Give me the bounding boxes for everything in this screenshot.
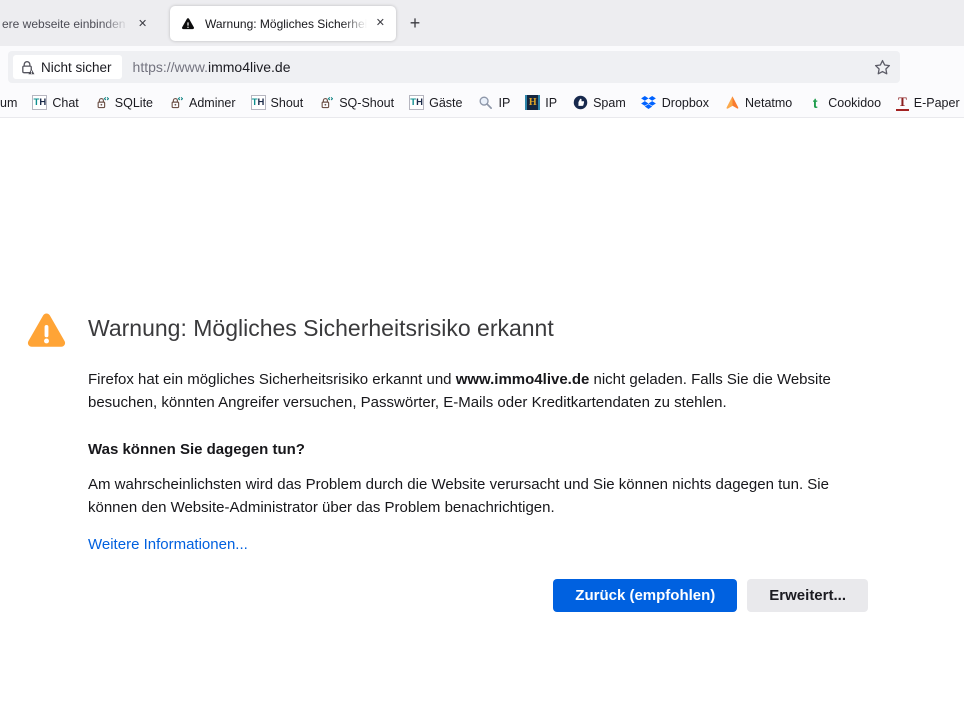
gold-h-favicon: H [525,95,540,110]
address-bar[interactable]: Nicht sicher https://www.immo4live.de [8,51,900,83]
bookmark-label: Netatmo [745,96,792,110]
bookmark-item-adminer[interactable]: Adminer [168,95,236,111]
url-text: https://www.immo4live.de [133,59,291,75]
bookmark-item-netatmo[interactable]: Netatmo [724,95,792,111]
bookmark-item-ip-2[interactable]: H IP [525,95,557,110]
netatmo-favicon [724,95,740,111]
th-favicon: TH [409,95,424,110]
magnifier-favicon [477,95,493,111]
body-paragraph: Am wahrscheinlichsten wird das Problem d… [88,473,868,519]
bookmark-label: Spam [593,96,626,110]
code-lock-favicon [94,95,110,111]
page-content: Warnung: Mögliches Sicherheitsrisiko erk… [0,118,964,706]
warning-triangle-icon [24,310,69,352]
intro-paragraph: Firefox hat ein mögliches Sicherheitsris… [88,368,868,414]
security-label: Nicht sicher [41,60,112,75]
tab-active[interactable]: Warnung: Mögliches Sicherheit ✕ [170,6,396,41]
close-icon[interactable]: ✕ [134,17,151,32]
bookmark-label: IP [498,96,510,110]
code-lock-favicon [318,95,334,111]
url-scheme: https://www. [133,59,208,75]
code-lock-favicon [168,95,184,111]
bookmark-item-ip-1[interactable]: IP [477,95,510,111]
bookmark-item-dropbox[interactable]: Dropbox [641,95,709,111]
new-tab-button[interactable]: + [402,10,428,36]
bookmark-label: E-Paper [914,96,960,110]
bookmark-label: Shout [271,96,304,110]
tab-inactive[interactable]: ere webseite einbinden - Mo ✕ [0,7,164,41]
close-icon[interactable]: ✕ [372,16,389,31]
cookidoo-favicon: t [807,95,823,111]
bookmark-label: um [0,96,17,110]
th-favicon: TH [251,95,266,110]
bookmark-label: SQ-Shout [339,96,394,110]
bookmark-label: Chat [52,96,78,110]
bookmark-item-shout[interactable]: TH Shout [251,95,304,110]
bookmark-label: Adminer [189,96,236,110]
browser-window: ere webseite einbinden - Mo ✕ Warnung: M… [0,0,964,118]
tab-title: Warnung: Mögliches Sicherheit [205,17,372,31]
bookmarks-toolbar: um TH Chat SQLite [0,88,964,118]
learn-more-link[interactable]: Weitere Informationen... [88,536,248,553]
button-row: Zurück (empfohlen) Erweitert... [88,579,868,612]
tab-strip: ere webseite einbinden - Mo ✕ Warnung: M… [0,0,964,46]
bookmark-label: SQLite [115,96,153,110]
navigation-toolbar: Nicht sicher https://www.immo4live.de [0,46,964,88]
dropbox-favicon [641,95,657,111]
bookmark-item-spam[interactable]: Spam [572,95,626,111]
bookmark-star-icon[interactable] [874,59,891,76]
blocked-domain: www.immo4live.de [456,371,590,388]
url-domain: immo4live.de [208,59,290,75]
sub-heading: Was können Sie dagegen tun? [88,441,868,458]
advanced-button[interactable]: Erweitert... [747,579,868,612]
bookmark-label: Gäste [429,96,462,110]
bookmark-label: Dropbox [662,96,709,110]
bookmark-item-gaeste[interactable]: TH Gäste [409,95,462,110]
bookmark-item-chat[interactable]: TH Chat [32,95,78,110]
warning-favicon-icon [180,16,196,32]
bookmark-label: Cookidoo [828,96,881,110]
back-button[interactable]: Zurück (empfohlen) [553,579,737,612]
th-favicon: TH [32,95,47,110]
bookmark-label: IP [545,96,557,110]
spam-favicon [572,95,588,111]
insecure-lock-icon [20,60,35,75]
bookmark-item-um[interactable]: um [0,96,17,110]
bookmark-item-cookidoo[interactable]: t Cookidoo [807,95,881,111]
epaper-favicon: T [896,95,909,111]
site-security-button[interactable]: Nicht sicher [13,55,122,79]
bookmark-item-sq-shout[interactable]: SQ-Shout [318,95,394,111]
tab-title: ere webseite einbinden - Mo [2,17,134,31]
bookmark-item-epaper[interactable]: T E-Paper [896,95,960,111]
bookmark-item-sqlite[interactable]: SQLite [94,95,153,111]
page-title: Warnung: Mögliches Sicherheitsrisiko erk… [88,315,868,342]
